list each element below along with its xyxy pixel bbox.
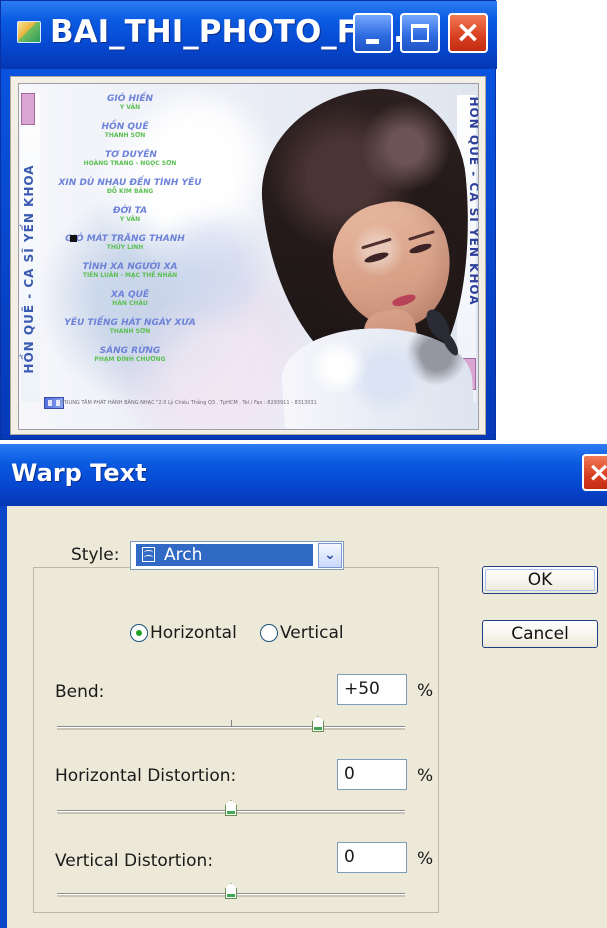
style-label: Style: bbox=[67, 543, 124, 567]
track-title: GIÓ MÁT TRĂNG THANH bbox=[65, 234, 185, 244]
vertical-distortion-unit: % bbox=[417, 849, 434, 869]
track-item: XA QUÊ HÀN CHÂU bbox=[39, 290, 221, 318]
track-artist: THANH SƠN bbox=[104, 132, 146, 139]
track-item: SÁNG RỪNG PHẠM ĐÌNH CHƯƠNG bbox=[39, 346, 221, 374]
arch-icon bbox=[142, 547, 155, 562]
maximize-icon bbox=[411, 24, 429, 42]
dialog-border bbox=[0, 506, 7, 928]
track-artist: Y VÂN bbox=[119, 216, 141, 223]
track-artist: Y VÂN bbox=[119, 104, 141, 111]
photo-window: BAI_THI_PHOTO_FI... × HỒN QUÊ - CA SĨ YẾ… bbox=[0, 0, 497, 440]
warp-text-dialog: Warp Text × Style: Arch ⌄ Horizontal bbox=[0, 444, 607, 928]
vertical-distortion-input[interactable]: 0 bbox=[337, 842, 407, 873]
horizontal-distortion-input[interactable]: 0 bbox=[337, 759, 407, 790]
publisher-logo bbox=[44, 397, 64, 409]
close-icon: × bbox=[455, 15, 481, 50]
bend-label: Bend: bbox=[55, 682, 105, 702]
vertical-distortion-slider[interactable] bbox=[57, 883, 405, 899]
horizontal-distortion-label: Horizontal Distortion: bbox=[55, 766, 237, 786]
track-item: HỒN QUÊ THANH SƠN bbox=[39, 122, 221, 150]
track-artist: TIẾN LUÂN - MẠC THẾ NHÂN bbox=[82, 272, 178, 279]
style-selected-value: Arch bbox=[136, 544, 313, 566]
track-title: XA QUÊ bbox=[110, 290, 150, 300]
track-title: TÌNH XA NGƯỜI XA bbox=[82, 262, 178, 272]
horizontal-distortion-unit: % bbox=[417, 766, 434, 786]
track-artist: ĐỖ KIM BẢNG bbox=[106, 188, 154, 195]
track-list: GIÓ HIỀN Y VÂN HỒN QUÊ THANH SƠN TƠ DUYÊ… bbox=[39, 94, 221, 379]
left-spine-text: HỒN QUÊ - CA SĨ YẾN KHOA bbox=[22, 164, 36, 374]
text-selection-handle[interactable] bbox=[70, 235, 77, 242]
close-button[interactable]: × bbox=[448, 13, 488, 53]
radio-selected-dot bbox=[136, 630, 142, 636]
style-dropdown-button[interactable]: ⌄ bbox=[318, 543, 342, 568]
album-cover-image[interactable]: HỒN QUÊ - CA SĨ YẾN KHOA HỒN QUÊ - CA SĨ… bbox=[18, 83, 479, 430]
minimize-icon bbox=[366, 39, 379, 44]
radio-button-icon bbox=[260, 624, 278, 642]
screenshot-scene: BAI_THI_PHOTO_FI... × HỒN QUÊ - CA SĨ YẾ… bbox=[0, 0, 607, 928]
slider-center-tick bbox=[230, 720, 232, 727]
horizontal-distortion-slider[interactable] bbox=[57, 800, 405, 816]
dialog-title: Warp Text bbox=[11, 459, 147, 487]
track-item: ĐỜI TA Y VÂN bbox=[39, 206, 221, 234]
bend-input[interactable]: +50 bbox=[337, 674, 407, 705]
close-icon: × bbox=[587, 457, 607, 489]
style-select[interactable]: Arch ⌄ bbox=[130, 541, 344, 570]
minimize-button[interactable] bbox=[353, 13, 393, 53]
vertical-distortion-label: Vertical Distortion: bbox=[55, 851, 214, 871]
horizontal-label: Horizontal bbox=[150, 623, 237, 643]
maximize-button[interactable] bbox=[400, 13, 440, 53]
dialog-close-button[interactable]: × bbox=[582, 454, 607, 491]
bend-slider[interactable] bbox=[57, 716, 405, 732]
right-spine-text: HỒN QUÊ - CA SĨ YẾN KHOA bbox=[467, 96, 479, 306]
track-item: XIN DÙ NHAU ĐẾN TÌNH YÊU ĐỖ KIM BẢNG bbox=[39, 178, 221, 206]
track-item: GIÓ HIỀN Y VÂN bbox=[39, 94, 221, 122]
track-item: GIÓ MÁT TRĂNG THANH THÚY LINH bbox=[39, 234, 221, 262]
track-artist: THANH SƠN bbox=[109, 328, 151, 335]
image-editor-icon bbox=[17, 21, 41, 43]
photo-window-title: BAI_THI_PHOTO_FI... bbox=[50, 14, 405, 50]
track-artist: HÀN CHÂU bbox=[112, 300, 148, 307]
cancel-button[interactable]: Cancel bbox=[482, 620, 598, 648]
chevron-down-icon: ⌄ bbox=[324, 547, 336, 563]
bend-unit: % bbox=[417, 681, 434, 701]
dialog-titlebar[interactable]: Warp Text × bbox=[0, 444, 607, 506]
track-title: TƠ DUYÊN bbox=[105, 150, 157, 160]
ok-button[interactable]: OK bbox=[482, 566, 598, 594]
track-artist: PHẠM ĐÌNH CHƯƠNG bbox=[94, 356, 166, 363]
track-title: SÁNG RỪNG bbox=[99, 346, 161, 356]
track-item: YÊU TIẾNG HÁT NGÀY XƯA THANH SƠN bbox=[39, 318, 221, 346]
photo-window-titlebar[interactable]: BAI_THI_PHOTO_FI... × bbox=[1, 1, 497, 69]
track-title: HỒN QUÊ bbox=[101, 122, 149, 132]
track-artist: HOÀNG TRANG - NGỌC SƠN bbox=[83, 160, 177, 167]
track-title: ĐỜI TA bbox=[112, 206, 148, 216]
radio-button-icon bbox=[130, 624, 148, 642]
vertical-label: Vertical bbox=[280, 623, 344, 643]
track-title: XIN DÙ NHAU ĐẾN TÌNH YÊU bbox=[58, 178, 202, 188]
track-title: YÊU TIẾNG HÁT NGÀY XƯA bbox=[64, 318, 196, 328]
track-item: TƠ DUYÊN HOÀNG TRANG - NGỌC SƠN bbox=[39, 150, 221, 178]
spine-label-badge bbox=[21, 93, 35, 125]
style-value: Arch bbox=[164, 545, 203, 565]
track-item: TÌNH XA NGƯỜI XA TIẾN LUÂN - MẠC THẾ NHÂ… bbox=[39, 262, 221, 290]
track-artist: THÚY LINH bbox=[106, 244, 144, 251]
publisher-footer: TRUNG TÂM PHÁT HÀNH BĂNG NHẠC "2.0 Lý Ch… bbox=[62, 400, 317, 406]
track-title: GIÓ HIỀN bbox=[106, 94, 154, 104]
